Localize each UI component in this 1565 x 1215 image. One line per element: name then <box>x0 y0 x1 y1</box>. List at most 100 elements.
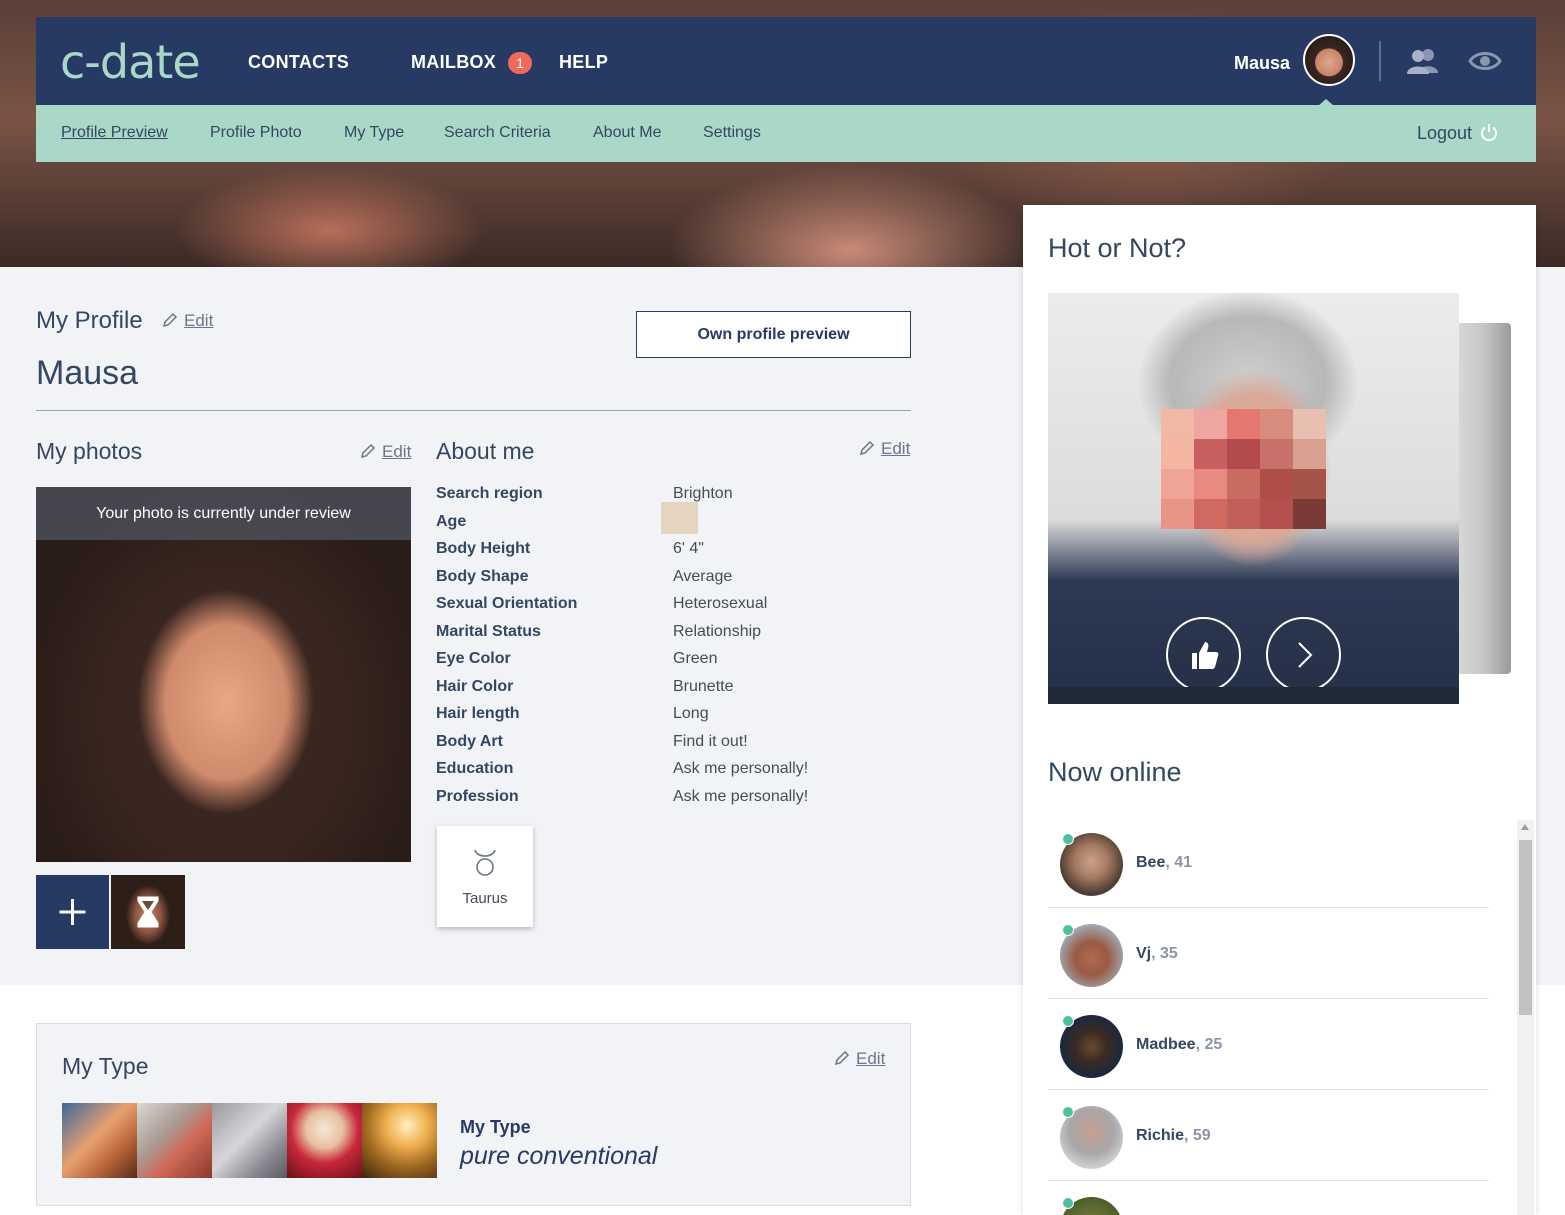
edit-about-label: Edit <box>881 439 911 458</box>
main-profile-photo[interactable] <box>36 487 411 862</box>
about-label-search-region: Search region <box>436 485 543 502</box>
user-name[interactable]: Mausa <box>1234 53 1290 74</box>
pencil-icon <box>859 440 875 456</box>
face-pixelation <box>1161 439 1194 469</box>
photo-thumbnail-pending[interactable] <box>111 875 185 949</box>
online-user-age: 41 <box>1174 854 1193 871</box>
about-value-sexual-orientation: Heterosexual <box>673 595 768 612</box>
sub-navigation: Profile Preview Profile Photo My Type Se… <box>36 105 1536 162</box>
divider <box>36 410 911 411</box>
eye-icon[interactable] <box>1468 49 1502 78</box>
about-label-education: Education <box>436 760 514 777</box>
face-pixelation <box>1293 499 1326 529</box>
power-icon[interactable] <box>1479 123 1499 148</box>
about-label-eye-color: Eye Color <box>436 650 511 667</box>
my-type-image <box>362 1103 437 1178</box>
about-label-marital-status: Marital Status <box>436 623 541 640</box>
subnav-profile-preview[interactable]: Profile Preview <box>61 124 168 142</box>
edit-profile-link[interactable]: Edit <box>162 311 213 331</box>
about-value-education: Ask me personally! <box>673 760 809 777</box>
about-value-search-region: Brighton <box>673 485 733 502</box>
subnav-settings[interactable]: Settings <box>703 124 761 142</box>
online-user-name: Madbee <box>1136 1036 1196 1053</box>
face-pixelation <box>1293 469 1326 499</box>
online-list-scrollbar[interactable] <box>1517 820 1534 1215</box>
face-pixelation <box>1227 499 1260 529</box>
photo-review-notice: Your photo is currently under review <box>36 487 411 540</box>
about-value-body-shape: Average <box>673 568 733 585</box>
online-user[interactable]: Madbee, 25 <box>1048 999 1489 1090</box>
online-user[interactable] <box>1048 1181 1489 1215</box>
about-value-marital-status: Relationship <box>673 623 762 640</box>
scroll-up-arrow-icon[interactable] <box>1521 824 1529 830</box>
face-pixelation <box>1194 499 1227 529</box>
users-icon[interactable] <box>1406 47 1440 80</box>
about-label-body-shape: Body Shape <box>436 568 529 585</box>
about-label-profession: Profession <box>436 788 519 805</box>
card-footer <box>1048 687 1459 704</box>
about-label-hair-length: Hair length <box>436 705 520 722</box>
online-user[interactable]: Richie, 59 <box>1048 1090 1489 1181</box>
my-profile-heading: My Profile <box>36 307 143 334</box>
online-user-label[interactable]: Bee, 41 <box>1136 854 1192 872</box>
edit-my-type-link[interactable]: Edit <box>834 1049 885 1069</box>
next-button[interactable] <box>1266 617 1341 692</box>
my-type-image <box>137 1103 212 1178</box>
pencil-icon <box>360 443 376 459</box>
online-user-age: 59 <box>1192 1127 1211 1144</box>
taurus-icon <box>474 849 496 876</box>
nav-mailbox[interactable]: MAILBOX <box>411 52 496 73</box>
my-type-images <box>62 1103 437 1178</box>
online-status-dot <box>1062 1015 1074 1027</box>
my-type-heading: My Type <box>62 1053 149 1079</box>
online-user-label[interactable]: Madbee, 25 <box>1136 1036 1222 1054</box>
nav-contacts[interactable]: CONTACTS <box>248 52 349 73</box>
online-user[interactable]: Bee, 41 <box>1048 817 1489 908</box>
user-avatar[interactable] <box>1303 34 1355 86</box>
online-user[interactable]: Vj, 35 <box>1048 908 1489 999</box>
zodiac-label: Taurus <box>462 890 508 907</box>
edit-photos-label: Edit <box>382 442 412 461</box>
nav-help[interactable]: HELP <box>559 52 608 73</box>
subnav-profile-photo[interactable]: Profile Photo <box>210 124 302 142</box>
online-user-label[interactable]: Vj, 35 <box>1136 945 1178 963</box>
age-redacted <box>661 502 698 534</box>
online-user-name: Vj <box>1136 945 1152 962</box>
add-photo-button[interactable] <box>36 875 109 949</box>
top-navigation: c-date CONTACTS MAILBOX 1 HELP Mausa <box>36 17 1536 106</box>
edit-photos-link[interactable]: Edit <box>360 442 412 462</box>
my-type-title: My Type <box>460 1117 531 1137</box>
my-type-image <box>287 1103 362 1178</box>
face-pixelation <box>1260 439 1293 469</box>
now-online-heading: Now online <box>1048 757 1182 787</box>
face-pixelation <box>1293 439 1326 469</box>
subnav-about-me[interactable]: About Me <box>593 124 661 142</box>
logout-link[interactable]: Logout <box>1417 123 1472 144</box>
online-user-label[interactable]: Richie, 59 <box>1136 1127 1211 1145</box>
face-pixelation <box>1161 499 1194 529</box>
plus-icon <box>59 899 86 925</box>
logo[interactable]: c-date <box>60 35 201 89</box>
face-pixelation <box>1260 499 1293 529</box>
online-status-dot <box>1062 1106 1074 1118</box>
about-label-body-height: Body Height <box>436 540 531 557</box>
face-pixelation <box>1161 469 1194 499</box>
own-profile-preview-button[interactable]: Own profile preview <box>636 311 911 358</box>
face-pixelation <box>1227 469 1260 499</box>
hot-or-not-card[interactable] <box>1048 293 1459 704</box>
edit-about-link[interactable]: Edit <box>859 439 911 459</box>
face-pixelation <box>1227 439 1260 469</box>
subnav-my-type[interactable]: My Type <box>344 124 404 142</box>
like-button[interactable] <box>1166 617 1241 692</box>
next-arrow-icon <box>1298 642 1313 668</box>
nav-divider <box>1379 41 1381 81</box>
hourglass-icon <box>137 896 159 928</box>
about-label-age: Age <box>436 513 467 530</box>
about-label-body-art: Body Art <box>436 733 503 750</box>
online-user-age: 25 <box>1204 1036 1223 1053</box>
my-type-section: My Type Edit My Type pure conventional <box>36 1023 911 1206</box>
online-status-dot <box>1062 1197 1074 1209</box>
about-value-eye-color: Green <box>673 650 718 667</box>
scrollbar-thumb[interactable] <box>1519 840 1532 1015</box>
subnav-search-criteria[interactable]: Search Criteria <box>444 124 551 142</box>
